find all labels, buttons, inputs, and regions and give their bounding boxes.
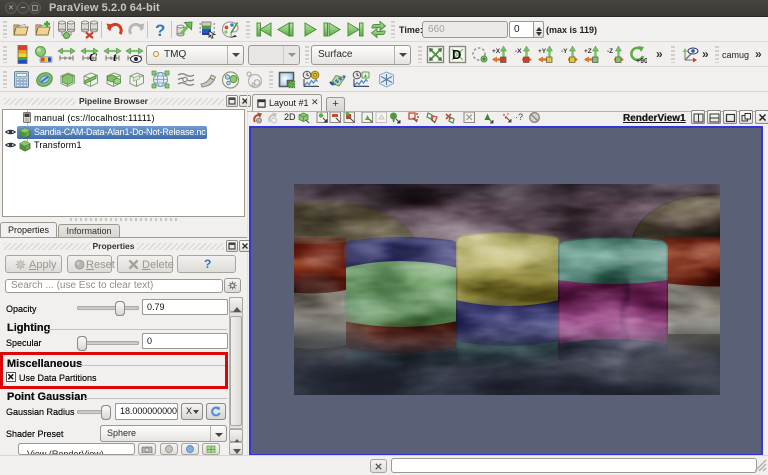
svg-text:+Y: +Y (538, 48, 547, 55)
svg-text:-X: -X (515, 48, 522, 55)
svg-text:-Y: -Y (561, 48, 568, 55)
svg-text:-Z: -Z (607, 48, 613, 55)
svg-text:+X: +X (492, 48, 501, 55)
svg-text:+90: +90 (636, 58, 647, 64)
svg-text:?: ? (155, 21, 165, 39)
svg-text:D: D (452, 47, 461, 62)
svg-text:+Z: +Z (584, 48, 592, 55)
svg-text:C: C (89, 50, 98, 64)
